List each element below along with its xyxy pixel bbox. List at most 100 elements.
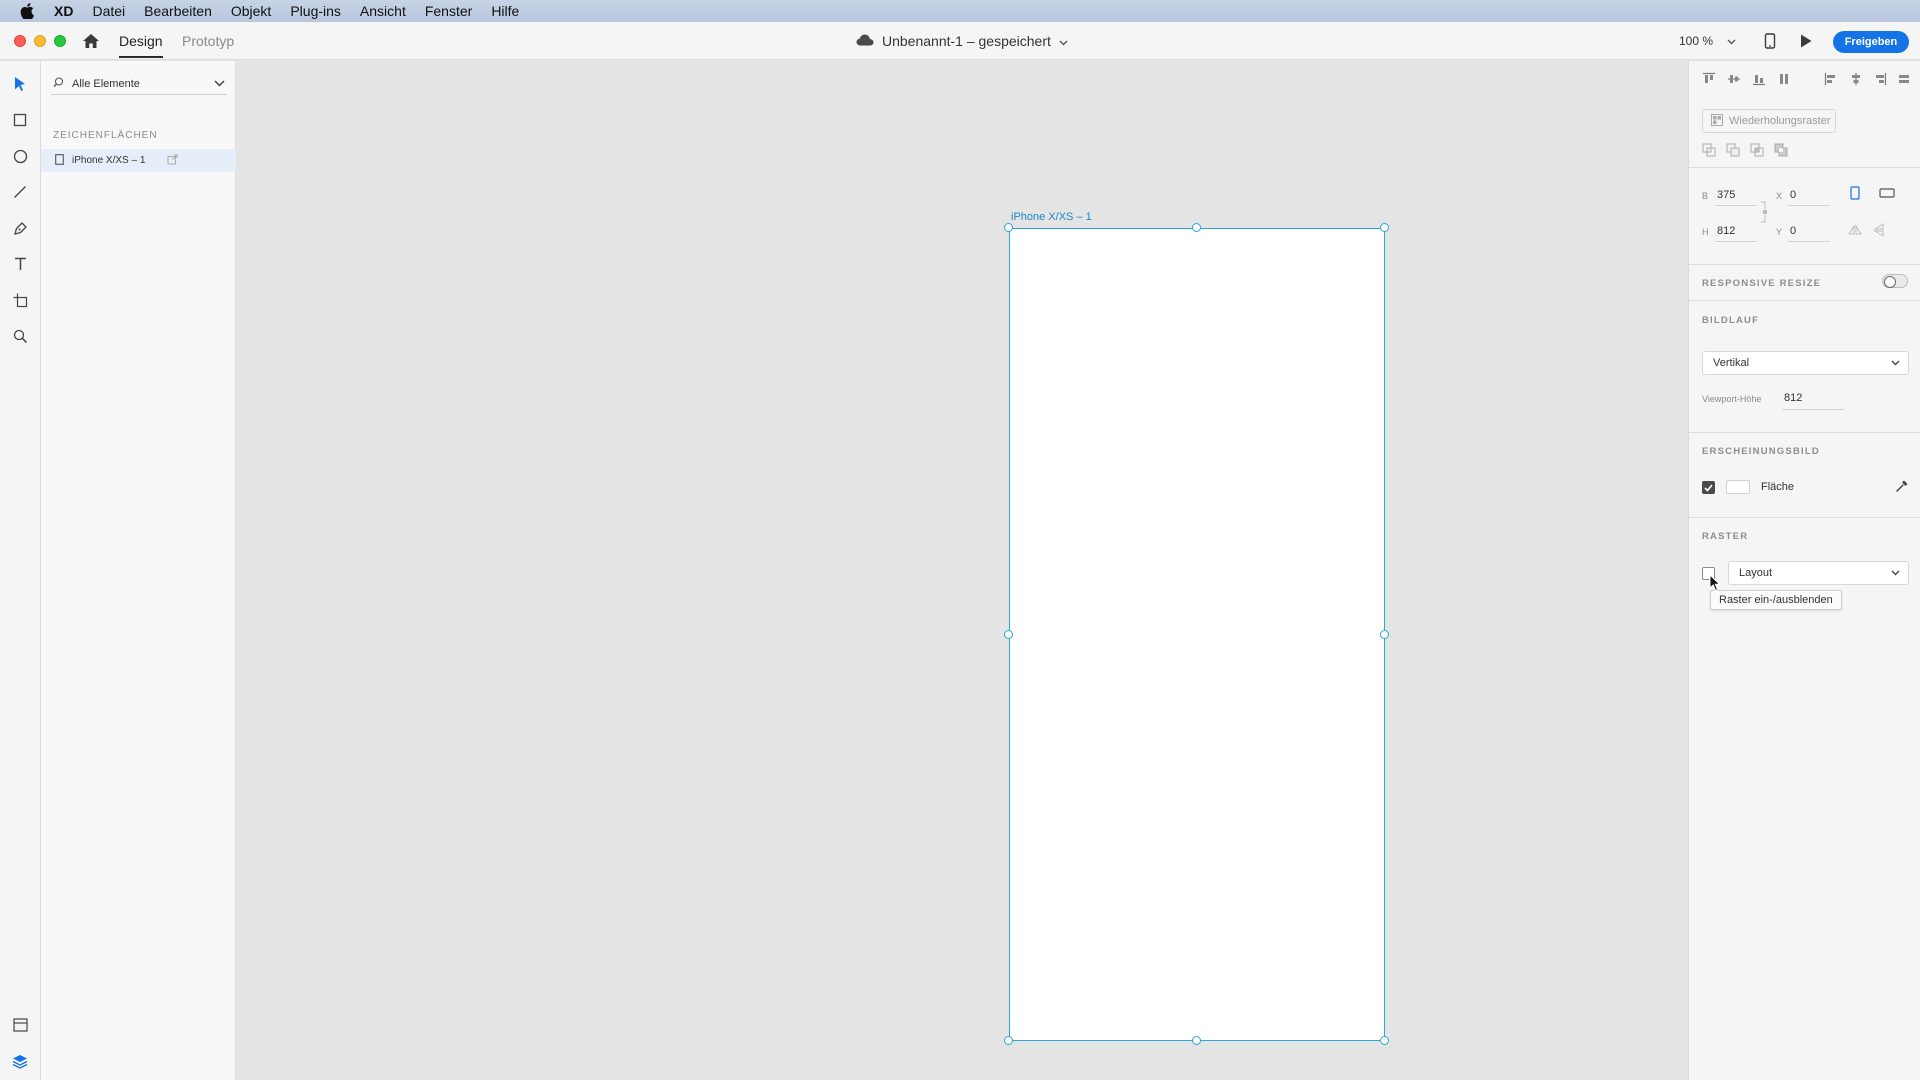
height-field-underline [1715,241,1757,242]
resize-handle-top[interactable] [1192,223,1201,232]
height-label: H [1702,227,1709,237]
document-title[interactable]: Unbenannt-1 – gespeichert [856,33,1068,49]
grid-type-select[interactable]: Layout [1728,561,1909,585]
fill-label: Fläche [1761,481,1795,493]
layers-panel-icon[interactable] [11,1052,29,1070]
height-field[interactable]: 812 [1717,225,1735,237]
line-tool-icon[interactable] [11,183,29,201]
width-label: B [1702,191,1709,201]
pen-tool-icon[interactable] [11,219,29,237]
flip-horizontal-icon[interactable] [1848,223,1862,237]
align-left-icon[interactable] [1824,72,1838,86]
chevron-down-icon [1059,33,1068,49]
tab-prototype[interactable]: Prototyp [182,33,234,49]
separator [1689,300,1920,301]
distribute-horizontal-icon[interactable] [1897,72,1911,86]
responsive-resize-heading: RESPONSIVE RESIZE [1702,278,1822,289]
boolean-add-icon[interactable] [1702,143,1716,157]
menu-objekt[interactable]: Objekt [231,3,271,19]
zoom-value: 100 % [1679,34,1714,48]
tool-bar [0,61,41,1080]
portrait-icon[interactable] [1848,186,1862,200]
viewport-height-label: Viewport-Höhe [1702,394,1762,404]
landscape-icon[interactable] [1877,186,1897,200]
layers-filter-dropdown[interactable]: Alle Elemente [51,73,227,95]
menu-bearbeiten[interactable]: Bearbeiten [144,3,212,19]
device-preview-icon[interactable] [1764,33,1776,54]
window-minimize-button[interactable] [34,35,46,47]
separator [1689,167,1920,168]
resize-handle-top-right[interactable] [1380,223,1389,232]
scroll-select[interactable]: Vertikal [1702,351,1909,375]
resize-handle-bottom-right[interactable] [1380,1036,1389,1045]
responsive-resize-toggle[interactable] [1882,274,1908,288]
assets-panel-icon[interactable] [11,1016,29,1034]
resize-handle-top-left[interactable] [1004,223,1013,232]
repeat-grid-icon [1711,113,1723,129]
design-canvas[interactable]: iPhone X/XS – 1 [237,61,1688,1080]
artboard[interactable] [1009,228,1385,1041]
separator [1689,432,1920,433]
zoom-tool-icon[interactable] [11,327,29,345]
artboard-icon [55,153,64,168]
menu-bar: XD Datei Bearbeiten Objekt Plug-ins Ansi… [0,0,1920,22]
share-button[interactable]: Freigeben [1833,31,1909,53]
menu-fenster[interactable]: Fenster [425,3,472,19]
repeat-grid-button[interactable]: Wiederholungsraster [1702,109,1836,133]
play-icon[interactable] [1799,33,1813,54]
artboard-title[interactable]: iPhone X/XS – 1 [1011,211,1092,223]
y-label: Y [1776,227,1783,237]
window-zoom-button[interactable] [54,35,66,47]
boolean-exclude-icon[interactable] [1774,143,1788,157]
viewport-height-field[interactable]: 812 [1784,392,1802,404]
grid-heading: RASTER [1702,531,1749,542]
layers-panel: Alle Elemente ZEICHENFLÄCHEN iPhone X/XS… [41,61,236,1080]
align-top-icon[interactable] [1702,72,1716,86]
menu-datei[interactable]: Datei [92,3,125,19]
artboard-tool-icon[interactable] [11,291,29,309]
menu-ansicht[interactable]: Ansicht [360,3,406,19]
width-field-underline [1715,205,1757,206]
x-field[interactable]: 0 [1790,189,1796,201]
title-bar: Design Prototyp Unbenannt-1 – gespeicher… [0,22,1920,60]
chevron-down-icon [1891,357,1900,369]
menu-app-xd[interactable]: XD [54,3,73,19]
ellipse-tool-icon[interactable] [11,147,29,165]
menu-plugins[interactable]: Plug-ins [290,3,341,19]
apple-icon[interactable] [20,3,36,19]
align-center-icon[interactable] [1849,72,1863,86]
fill-color-swatch[interactable] [1726,480,1750,494]
eyedropper-icon[interactable] [1895,479,1909,496]
distribute-vertical-icon[interactable] [1777,72,1791,86]
chevron-down-icon [214,78,225,90]
rectangle-tool-icon[interactable] [11,111,29,129]
zoom-select[interactable]: 100 % [1679,34,1736,48]
y-field[interactable]: 0 [1790,225,1796,237]
external-link-icon[interactable] [167,154,178,168]
home-icon[interactable] [82,33,100,49]
appearance-heading: ERSCHEINUNGSBILD [1702,446,1820,457]
align-right-icon[interactable] [1873,72,1887,86]
flip-vertical-icon[interactable] [1872,223,1886,237]
boolean-subtract-icon[interactable] [1726,143,1740,157]
mouse-cursor-icon [1709,573,1721,595]
separator [1689,264,1920,265]
resize-handle-bottom[interactable] [1192,1036,1201,1045]
tab-design[interactable]: Design [119,33,163,58]
fill-checkbox[interactable] [1702,481,1715,494]
resize-handle-left[interactable] [1004,630,1013,639]
menu-hilfe[interactable]: Hilfe [491,3,519,19]
align-bottom-icon[interactable] [1752,72,1766,86]
window-close-button[interactable] [14,35,26,47]
text-tool-icon[interactable] [11,255,29,273]
x-label: X [1776,191,1783,201]
align-middle-icon[interactable] [1727,72,1741,86]
resize-handle-right[interactable] [1380,630,1389,639]
width-field[interactable]: 375 [1717,189,1735,201]
layer-item-artboard[interactable]: iPhone X/XS – 1 [41,149,236,172]
chevron-down-icon [1891,567,1900,579]
select-tool-icon[interactable] [11,75,29,93]
resize-handle-bottom-left[interactable] [1004,1036,1013,1045]
boolean-intersect-icon[interactable] [1750,143,1764,157]
lock-aspect-icon[interactable] [1758,201,1772,223]
